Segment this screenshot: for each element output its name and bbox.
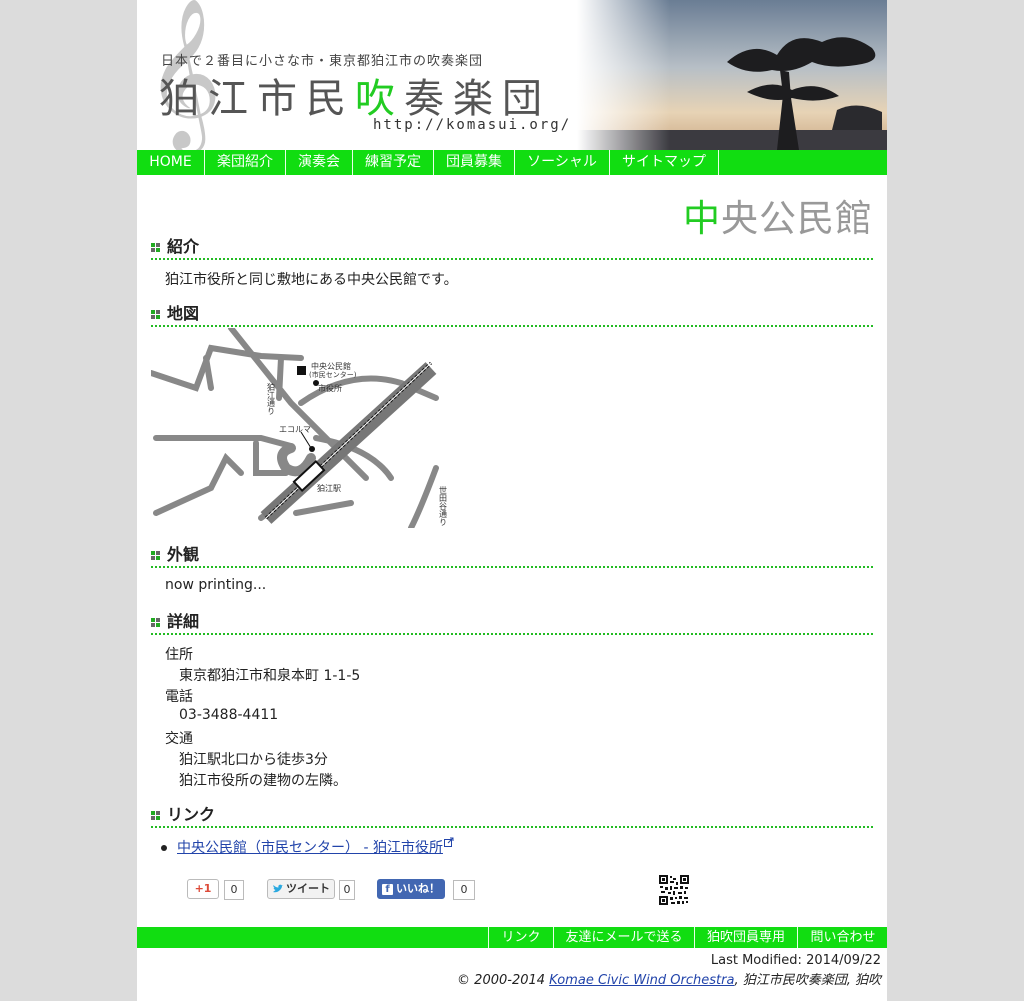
nav-home[interactable]: HOME [137, 150, 205, 175]
section-bullet-icon [151, 310, 161, 320]
page-title: 中央公民館 [683, 188, 873, 242]
detail-phone-label: 電話 [165, 689, 193, 705]
facebook-icon: f [382, 883, 393, 895]
facebook-like-label: いいね！ [396, 882, 440, 895]
external-link-icon [443, 837, 454, 847]
nav-social[interactable]: ソーシャル [515, 150, 610, 175]
detail-access-label: 交通 [165, 731, 193, 747]
site-url: http://komasui.org/ [373, 117, 572, 133]
site-header: 𝄞 日本で２番目に小さな市・東京都狛江市の吹奏楽団 狛江市民吹奏楽団 http:… [137, 0, 887, 150]
gplus-button[interactable]: +1 [187, 879, 219, 899]
map-label-hall: 中央公民館 [311, 361, 351, 371]
detail-access-1: 狛江駅北口から徒歩3分 [179, 752, 328, 768]
detail-address: 東京都狛江市和泉本町 1-1-5 [179, 668, 361, 684]
map-label-city-hall: 市役所 [318, 383, 342, 393]
facebook-like-button[interactable]: f いいね！ [377, 879, 445, 899]
section-title: 外観 [167, 545, 200, 564]
section-bullet-icon [151, 811, 161, 821]
map-label-ecolma: エコルマ [279, 425, 311, 434]
tweet-count: 0 [339, 880, 355, 900]
appearance-text: now printing... [165, 577, 267, 593]
tweet-widget: ツイート 0 [267, 879, 367, 900]
tweet-label: ツイート [286, 882, 330, 895]
link-chuo-kominkan[interactable]: 中央公民館（市民センター） - 狛江市役所 [177, 840, 443, 856]
facebook-count: 0 [453, 880, 475, 900]
qr-code [659, 875, 689, 905]
section-title: 紹介 [167, 237, 200, 256]
footer-link-contact[interactable]: 問い合わせ [797, 927, 888, 948]
footer-link-links[interactable]: リンク [488, 927, 553, 948]
footer-nav: リンク 友達にメールで送る 狛吹団員専用 問い合わせ [137, 927, 887, 948]
section-bullet-icon [151, 243, 161, 253]
nav-practice[interactable]: 練習予定 [353, 150, 434, 175]
link-list-item: 中央公民館（市民センター） - 狛江市役所 [161, 837, 454, 857]
map-label-setagaya-dori: 世田谷通り [439, 485, 448, 526]
page: 𝄞 日本で２番目に小さな市・東京都狛江市の吹奏楽団 狛江市民吹奏楽団 http:… [137, 0, 887, 1001]
footer-link-members[interactable]: 狛吹団員専用 [694, 927, 797, 948]
page-title-rest: 央公民館 [721, 197, 873, 240]
copyright-prefix: © 2000-2014 [457, 973, 550, 988]
detail-phone: 03-3488-4411 [179, 707, 279, 723]
detail-access-2: 狛江市役所の建物の左隣。 [179, 773, 347, 789]
nav-concerts[interactable]: 演奏会 [286, 150, 353, 175]
footer-link-email-friend[interactable]: 友達にメールで送る [553, 927, 694, 948]
nav-recruit[interactable]: 団員募集 [434, 150, 515, 175]
nav-about[interactable]: 楽団紹介 [205, 150, 286, 175]
main-nav: HOME 楽団紹介 演奏会 練習予定 団員募集 ソーシャル サイトマップ [137, 150, 887, 175]
site-name-part2: 奏楽団 [404, 76, 551, 122]
gplus-count: 0 [224, 880, 244, 900]
copyright-suffix: , 狛江市民吹奏楽団, 狛吹 [734, 973, 881, 988]
nav-sitemap[interactable]: サイトマップ [610, 150, 719, 175]
copyright: © 2000-2014 Komae Civic Wind Orchestra, … [457, 969, 881, 988]
section-title: リンク [167, 805, 216, 824]
map-label-station: 狛江駅 [317, 483, 341, 493]
facebook-widget: f いいね！ 0 [377, 879, 497, 900]
site-name[interactable]: 狛江市民吹奏楽団 [159, 66, 551, 124]
site-name-part1: 狛江市民 [159, 76, 355, 122]
detail-address-label: 住所 [165, 647, 193, 663]
section-links-heading: リンク [151, 804, 873, 828]
location-map: 中央公民館 (市民センター) 市役所 エコルマ 狛江駅 狛江通り 世田谷通り [151, 328, 448, 528]
map-label-komae-dori: 狛江通り [267, 382, 276, 415]
section-map-heading: 地図 [151, 303, 873, 327]
section-appearance-heading: 外観 [151, 544, 873, 568]
tweet-button[interactable]: ツイート [267, 879, 335, 899]
section-intro-heading: 紹介 [151, 236, 873, 260]
section-title: 詳細 [167, 612, 200, 631]
header-sunset-photo [577, 0, 887, 150]
section-details-heading: 詳細 [151, 611, 873, 635]
intro-text: 狛江市役所と同じ敷地にある中央公民館です。 [165, 272, 458, 288]
twitter-bird-icon [273, 884, 284, 893]
page-title-accent: 中 [683, 197, 721, 240]
gplus-widget: +1 0 [187, 879, 257, 900]
site-name-accent: 吹 [355, 76, 404, 122]
copyright-link[interactable]: Komae Civic Wind Orchestra [549, 973, 734, 988]
last-modified: Last Modified: 2014/09/22 [710, 953, 881, 968]
list-bullet-icon [161, 845, 167, 851]
section-bullet-icon [151, 551, 161, 561]
map-label-center: (市民センター) [309, 370, 357, 379]
section-bullet-icon [151, 618, 161, 628]
section-title: 地図 [167, 304, 200, 323]
